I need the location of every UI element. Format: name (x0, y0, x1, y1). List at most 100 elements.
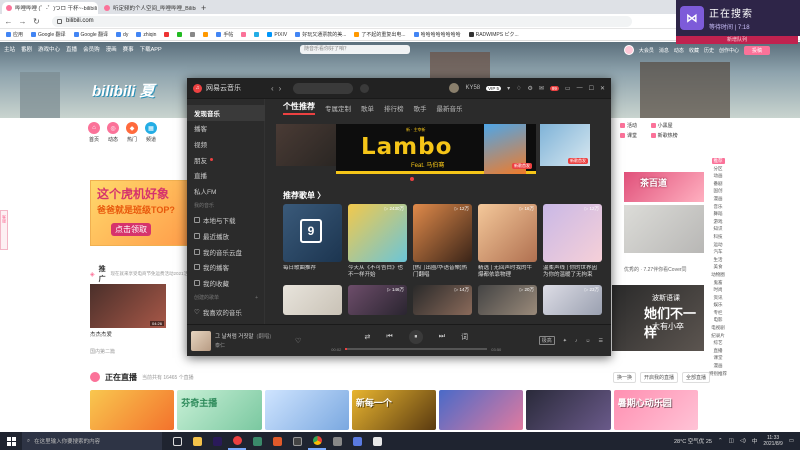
forward-icon[interactable]: › (279, 84, 282, 93)
bookmark-item[interactable]: zhiqin (136, 32, 156, 38)
tab-playlists[interactable]: 歌单 (361, 103, 374, 113)
bookmark-item[interactable]: 了不起的重复出电... (354, 31, 406, 38)
playlist-card[interactable]: ▷ 2430万 今天从《不可告白》也不一样开始 (348, 204, 407, 279)
bili-user-item[interactable]: 收藏 (689, 47, 699, 54)
bili-user-item[interactable]: 大会员 (639, 47, 654, 54)
music-search-input[interactable] (293, 82, 354, 94)
side-nav-item[interactable]: 资讯 (714, 295, 723, 301)
bookmark-item[interactable] (203, 32, 209, 37)
weather-text[interactable]: 28°C 空气优 25 (674, 437, 712, 445)
promo-thumbnail[interactable]: 04:26 (90, 284, 166, 328)
side-nav-item[interactable]: 生活 (714, 257, 723, 263)
bili-nav-item[interactable]: 漫画 (106, 45, 117, 53)
bili-nav-item[interactable]: 下载APP (140, 45, 162, 53)
volume-icon[interactable]: ◁) (740, 438, 746, 444)
live-card[interactable] (439, 390, 524, 430)
playlist-cover[interactable] (283, 285, 342, 315)
video-caption[interactable]: 优秀的 · 7.27伴你看Cover同 (624, 266, 687, 273)
quick-link[interactable]: 课堂 (620, 132, 649, 139)
playlist-card[interactable]: ▷ 14万 (413, 285, 472, 315)
side-nav-item[interactable]: 电视剧 (711, 325, 725, 331)
sidebar-item-podcast[interactable]: 播客 (194, 121, 264, 137)
taskbar-search-input[interactable]: ⌕ 在这里输入你要搜索的内容 (22, 432, 162, 450)
netease-music-icon[interactable] (228, 432, 246, 450)
mail-icon[interactable]: ✉ (539, 85, 544, 92)
side-nav-item[interactable]: 番剧 (714, 181, 723, 187)
side-nav-item[interactable]: 动物圈 (711, 272, 725, 278)
shuffle-icon[interactable]: ⇄ (365, 333, 371, 341)
bookmark-item[interactable]: 手帖 (216, 31, 233, 38)
effect-icon[interactable]: ✦ (563, 338, 567, 344)
app-icon[interactable] (268, 432, 286, 450)
avatar[interactable] (623, 45, 634, 55)
sidebar-item-my-podcast[interactable]: 我的播客 (194, 259, 264, 275)
folder-icon[interactable] (188, 432, 206, 450)
settings-icon[interactable]: ⚙ (527, 85, 532, 92)
playlist-card[interactable] (283, 285, 342, 315)
music-username[interactable]: KY58 (465, 85, 480, 91)
heart-icon[interactable]: ♡ (295, 337, 301, 345)
playlist-cover[interactable]: ▷ 12万 (543, 204, 602, 262)
lyrics-button[interactable]: 词 (461, 332, 468, 342)
side-nav-item[interactable]: 娱乐 (714, 302, 723, 308)
song-title[interactable]: 그 날처럼 거짓말 (215, 332, 253, 340)
live-card[interactable]: 新每一个 (351, 390, 437, 430)
side-nav-item[interactable]: 科技 (714, 234, 723, 240)
live-card[interactable] (526, 390, 611, 430)
side-nav-item[interactable]: 时尚 (714, 287, 723, 293)
playlist-cover[interactable]: ▷ 146万 (348, 285, 407, 315)
playlist-card[interactable]: ▷ 20万 (478, 285, 537, 315)
sidebar-item-live[interactable]: 直播 (194, 167, 264, 183)
app-icon[interactable] (248, 432, 266, 450)
playlist-name[interactable]: 精选 | 无回声时我的牛爆都依靠物理 (478, 265, 537, 279)
promo-caption[interactable]: 杰杰杰爱 (90, 330, 112, 338)
notification-icon[interactable]: ▭ (789, 438, 794, 444)
banner-main[interactable]: 新 · 主宰新 Lambo Feat. 马伯骞 新歌首发 (336, 124, 536, 174)
side-nav-item[interactable]: 美食 (714, 264, 723, 270)
quick-link[interactable]: 小黑屋 (650, 122, 680, 129)
playlist-card[interactable]: ▷ 12万 温柔声线 | 你的世界因为你的温暖了无拘束 (543, 204, 602, 279)
banner-left[interactable] (276, 124, 336, 166)
bili-user-item[interactable]: 创作中心 (719, 47, 739, 54)
channel-dynamic[interactable]: ◎ 动态 (107, 122, 119, 150)
minimize-icon[interactable]: — (577, 85, 583, 91)
task-view-icon[interactable] (168, 432, 186, 450)
app-icon[interactable] (328, 432, 346, 450)
app-icon[interactable] (348, 432, 366, 450)
mini-mode-icon[interactable]: ▭ (565, 85, 571, 92)
live-card[interactable] (90, 390, 175, 430)
side-nav-item[interactable]: 推荐 (711, 158, 725, 164)
now-playing-cover[interactable] (191, 330, 211, 351)
side-nav-item[interactable]: 动画 (714, 173, 723, 179)
dropdown-icon[interactable]: ▾ (507, 85, 510, 92)
bookmark-item[interactable] (190, 32, 196, 37)
side-nav-item[interactable]: 直播 (714, 348, 723, 354)
url-input[interactable]: bilibili.com (52, 15, 632, 27)
previous-icon[interactable]: ⏮ (386, 333, 392, 341)
close-icon[interactable]: ✕ (600, 85, 605, 92)
sidebar-item-friends[interactable]: 朋友 (194, 152, 264, 168)
bookmark-item[interactable]: dy (116, 32, 128, 38)
side-nav-item[interactable]: 专栏 (714, 310, 723, 316)
start-button[interactable] (0, 436, 22, 446)
playlist-name[interactable]: [热门出圈/华语音樂]热门翻唱 (413, 265, 472, 279)
together-icon[interactable]: ☺ (585, 338, 590, 344)
bili-nav-item[interactable]: 赛事 (123, 45, 134, 53)
forward-icon[interactable]: → (18, 17, 27, 26)
bookmark-item[interactable] (164, 32, 170, 37)
tea-ad[interactable]: 茶百道 (624, 172, 704, 202)
tab-custom[interactable]: 专属定制 (325, 103, 351, 113)
playlist-card[interactable]: ▷ 12万 [热门出圈/华语音樂]热门翻唱 (413, 204, 472, 279)
bili-user-item[interactable]: 动态 (674, 47, 684, 54)
bili-user-item[interactable]: 历史 (704, 47, 714, 54)
bookmark-item[interactable]: 好玩又通票款的美... (295, 31, 346, 38)
playlist-cover[interactable]: ▷ 20万 (478, 285, 537, 315)
app-icon[interactable] (288, 432, 306, 450)
maximize-icon[interactable]: ☐ (589, 85, 594, 92)
bookmark-item[interactable] (177, 32, 183, 37)
reload-icon[interactable]: ↻ (32, 17, 41, 26)
side-nav-item[interactable]: 课堂 (714, 355, 723, 361)
banner-right[interactable]: 新歌首发 (540, 124, 590, 166)
back-icon[interactable]: ← (4, 17, 13, 26)
playlist-name[interactable]: 每日歌曲推荐 (283, 265, 342, 279)
